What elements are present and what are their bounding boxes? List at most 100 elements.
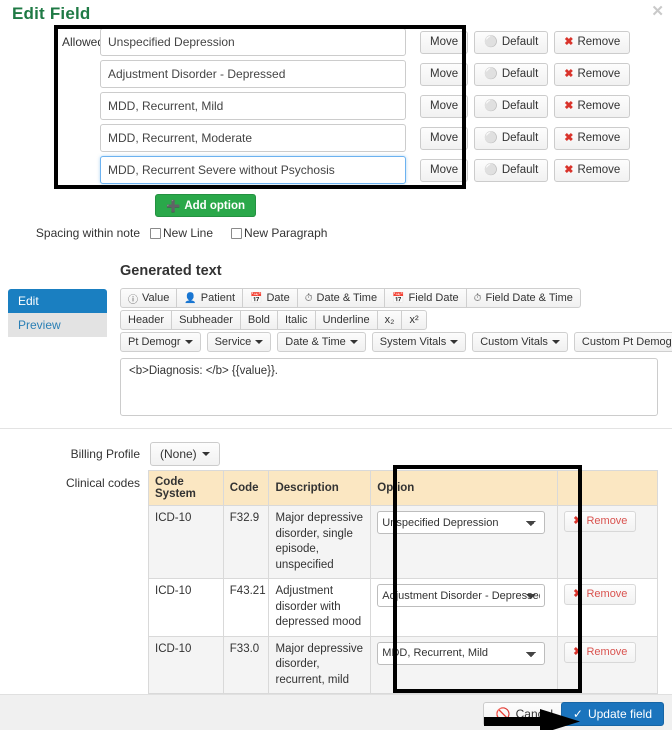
- remove-button[interactable]: ✖ Remove: [554, 158, 631, 182]
- move-button[interactable]: Move: [420, 94, 469, 118]
- generated-text-textarea[interactable]: <b>Diagnosis: </b> {{value}}.: [120, 358, 658, 416]
- column-header-description: Description: [268, 470, 372, 506]
- toolbar-pt-demogr-dropdown[interactable]: Pt Demogr: [120, 332, 201, 352]
- allowed-value-input[interactable]: [100, 92, 406, 120]
- new-line-label: New Line: [163, 226, 214, 240]
- allowed-value-row: Move ⚪Default ✖Remove: [0, 122, 672, 154]
- row-remove-button[interactable]: ✖ Remove: [564, 641, 637, 663]
- option-select[interactable]: Adjustment Disorder - Depressed: [377, 584, 546, 608]
- cell-description: Major depressive disorder, recurrent, mi…: [268, 635, 372, 695]
- move-label: Move: [430, 68, 459, 80]
- move-label: Move: [430, 132, 459, 144]
- chevron-down-icon: [349, 340, 358, 344]
- move-button[interactable]: Move: [420, 30, 469, 54]
- x-icon: ✖: [564, 131, 574, 144]
- update-label: Update field: [587, 707, 652, 721]
- move-button[interactable]: Move: [420, 62, 469, 86]
- remove-button[interactable]: ✖ Remove: [554, 62, 631, 86]
- toolbar-italic-button[interactable]: Italic: [276, 310, 316, 330]
- clock-icon: ⏱: [304, 292, 313, 304]
- new-paragraph-label: New Paragraph: [244, 226, 328, 240]
- tab-preview[interactable]: Preview: [8, 313, 107, 337]
- allowed-value-input[interactable]: [100, 28, 406, 56]
- update-field-button[interactable]: ✓ Update field: [560, 702, 664, 726]
- billing-profile-dropdown[interactable]: (None): [150, 442, 220, 466]
- toolbar-subheader-button[interactable]: Subheader: [171, 310, 241, 330]
- move-button[interactable]: Move: [420, 126, 469, 150]
- remove-button[interactable]: ✖ Remove: [554, 126, 631, 150]
- cell-option: Adjustment Disorder - Depressed: [370, 578, 559, 637]
- toolbar-header-button[interactable]: Header: [120, 310, 173, 330]
- toolbar-field-date-button[interactable]: 📅 Field Date: [384, 288, 467, 308]
- row-remove-label: Remove: [586, 588, 628, 601]
- toolbar-field-date-time-label: Field Date & Time: [485, 292, 573, 304]
- toolbar-pt-demogr-label: Pt Demogr: [128, 336, 181, 348]
- toolbar-bold-button[interactable]: Bold: [239, 310, 278, 330]
- toolbar-bold-label: Bold: [247, 314, 270, 326]
- allowed-value-input[interactable]: [100, 60, 406, 88]
- clinical-codes-table: Code System Code Description Option ICD-…: [148, 470, 658, 730]
- toolbar-patient-button[interactable]: 👤 Patient: [176, 288, 244, 308]
- checkbox-box: [150, 227, 161, 239]
- toolbar-date-time-dropdown[interactable]: Date & Time: [277, 332, 366, 352]
- allowed-value-row: Move ⚪Default ✖Remove: [0, 58, 672, 90]
- toolbar-superscript-label: x²: [409, 314, 419, 326]
- default-button[interactable]: ⚪ Default: [474, 126, 549, 150]
- tab-edit[interactable]: Edit: [8, 289, 107, 313]
- remove-label: Remove: [577, 68, 621, 80]
- remove-button[interactable]: ✖ Remove: [554, 30, 631, 54]
- add-option-button[interactable]: ➕ Add option: [155, 194, 257, 217]
- column-header-option: Option: [370, 470, 559, 506]
- toolbar-underline-button[interactable]: Underline: [314, 310, 378, 330]
- new-paragraph-checkbox[interactable]: New Paragraph: [231, 226, 327, 240]
- move-button[interactable]: Move: [420, 158, 469, 182]
- default-label: Default: [501, 68, 539, 80]
- option-select[interactable]: Unspecified Depression: [377, 511, 546, 534]
- minus-circle-icon: ⚪: [484, 131, 498, 144]
- cancel-button[interactable]: 🚫 Cancel: [482, 702, 566, 726]
- chevron-down-icon: [184, 340, 193, 344]
- chevron-down-icon: [255, 340, 264, 344]
- minus-circle-icon: ⚪: [484, 67, 498, 80]
- option-select[interactable]: MDD, Recurrent, Mild: [377, 641, 546, 665]
- toolbar-value-button[interactable]: ⓘ Value: [120, 288, 178, 308]
- column-header-code: Code: [222, 470, 270, 506]
- x-icon: ✖: [564, 99, 574, 112]
- toolbar-date-time-button[interactable]: ⏱ Date & Time: [296, 288, 386, 308]
- allowed-value-input[interactable]: [100, 124, 406, 152]
- new-line-checkbox[interactable]: New Line: [150, 226, 213, 240]
- toolbar-subscript-button[interactable]: x₂: [376, 310, 403, 330]
- row-remove-label: Remove: [586, 515, 628, 528]
- table-row: ICD-10 F32.9 Major depressive disorder, …: [148, 504, 658, 580]
- toolbar-header-label: Header: [128, 314, 165, 326]
- minus-circle-icon: ⚪: [484, 35, 498, 48]
- modal-footer: 🚫 Cancel ✓ Update field: [0, 694, 672, 730]
- default-button[interactable]: ⚪ Default: [474, 94, 549, 118]
- toolbar-field-date-time-button[interactable]: ⏱ Field Date & Time: [465, 288, 581, 308]
- toolbar-system-vitals-label: System Vitals: [379, 336, 447, 348]
- toolbar-service-dropdown[interactable]: Service: [206, 332, 272, 352]
- remove-button[interactable]: ✖ Remove: [554, 94, 631, 118]
- toolbar-superscript-button[interactable]: x²: [401, 310, 427, 330]
- toolbar-custom-vitals-dropdown[interactable]: Custom Vitals: [472, 332, 568, 352]
- close-icon[interactable]: ✕: [651, 4, 664, 19]
- cell-option: Unspecified Depression: [370, 504, 559, 580]
- chevron-down-icon: [201, 452, 210, 456]
- ban-icon: 🚫: [495, 707, 511, 721]
- default-button[interactable]: ⚪ Default: [474, 62, 549, 86]
- cell-actions: ✖ Remove: [557, 578, 658, 637]
- default-button[interactable]: ⚪ Default: [474, 158, 549, 182]
- default-label: Default: [501, 100, 539, 112]
- billing-profile-value: (None): [160, 447, 197, 461]
- x-icon: ✖: [573, 515, 583, 528]
- row-remove-button[interactable]: ✖ Remove: [564, 511, 637, 532]
- toolbar-date-button[interactable]: 📅 Date: [242, 288, 298, 308]
- row-remove-button[interactable]: ✖ Remove: [564, 584, 637, 606]
- default-button[interactable]: ⚪ Default: [474, 30, 549, 54]
- toolbar-date-time-dd-label: Date & Time: [285, 336, 346, 348]
- toolbar-custom-pt-demogr-dropdown[interactable]: Custom Pt Demogr: [573, 332, 672, 352]
- toolbar-custom-pt-demogr-label: Custom Pt Demogr: [581, 336, 672, 348]
- allowed-value-input-focused[interactable]: [100, 156, 406, 184]
- toolbar-system-vitals-dropdown[interactable]: System Vitals: [371, 332, 467, 352]
- default-label: Default: [501, 164, 539, 176]
